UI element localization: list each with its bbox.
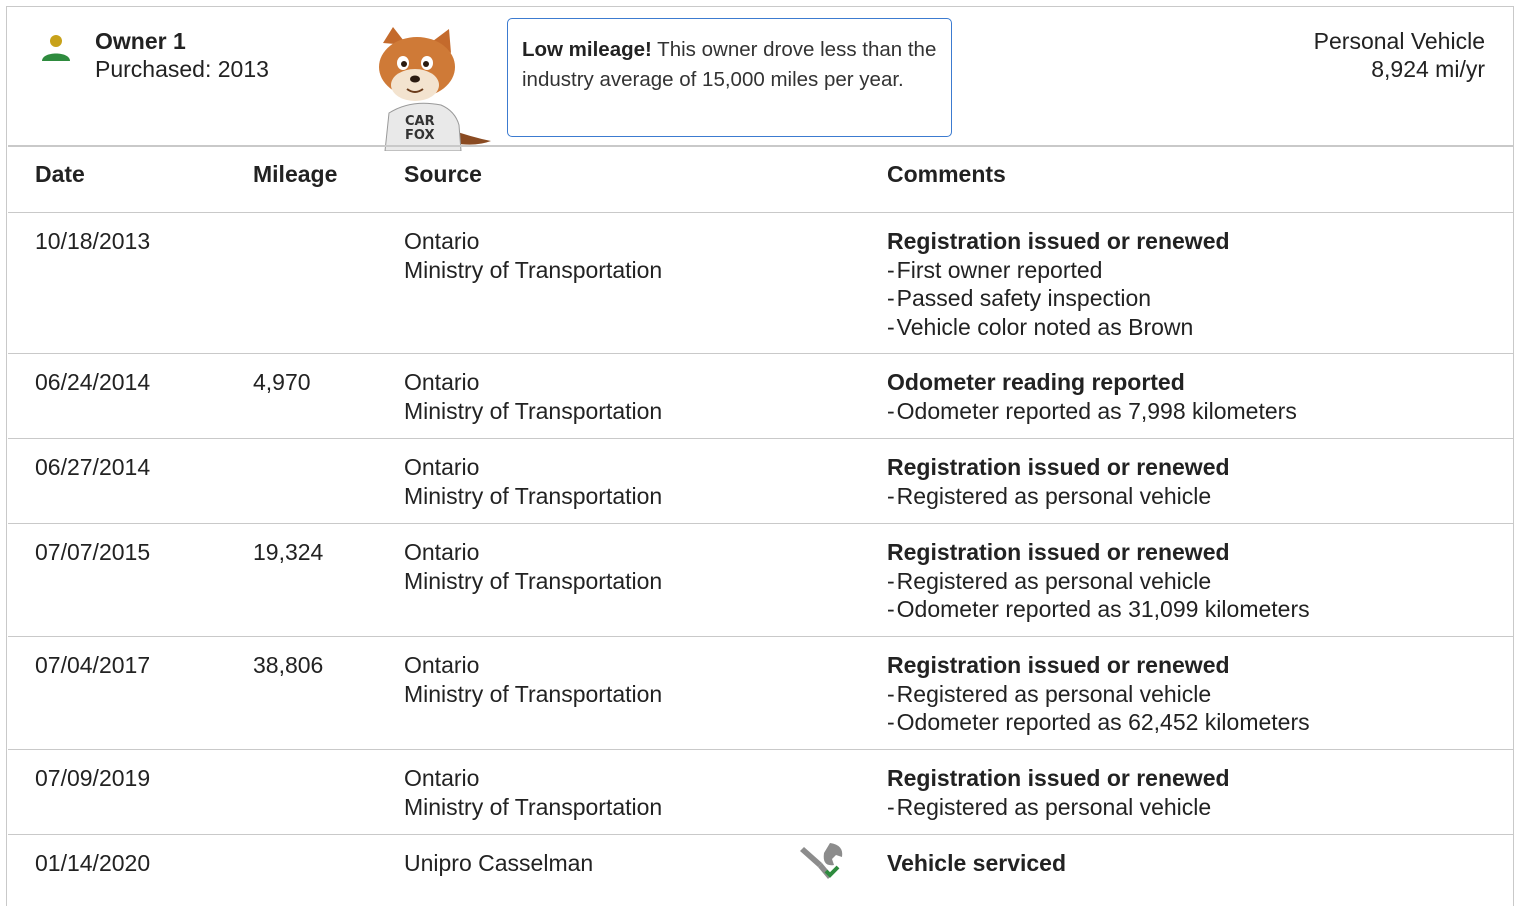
- row-source: Ontario Ministry of Transportation: [404, 651, 662, 708]
- col-header-mileage: Mileage: [253, 161, 338, 187]
- vehicle-annual-mileage: 8,924 mi/yr: [1371, 56, 1485, 82]
- comment-title: Registration issued or renewed: [887, 652, 1230, 678]
- row-date: 06/27/2014: [35, 454, 151, 480]
- comment-item: Odometer reported as 31,099 kilometers: [887, 595, 1310, 624]
- comment-title: Vehicle serviced: [887, 850, 1067, 876]
- comment-item: Passed safety inspection: [887, 284, 1230, 313]
- comment-item: Vehicle color noted as Brown: [887, 313, 1230, 342]
- col-header-date: Date: [35, 161, 85, 187]
- source-line: Ministry of Transportation: [404, 397, 663, 424]
- row-date: 06/24/2014: [35, 369, 151, 395]
- row-comments: Registration issued or renewed Registere…: [887, 764, 1230, 821]
- table-row: 07/07/2015 19,324 Ontario Ministry of Tr…: [8, 524, 1514, 637]
- table-row: 06/27/2014 Ontario Ministry of Transport…: [8, 439, 1514, 524]
- service-tools-icon: [800, 843, 843, 879]
- table-row: 06/24/2014 4,970 Ontario Ministry of Tra…: [8, 354, 1514, 439]
- comment-item: Registered as personal vehicle: [887, 567, 1310, 596]
- comment-title: Registration issued or renewed: [887, 539, 1230, 565]
- row-comments: Registration issued or renewed Registere…: [887, 651, 1310, 737]
- source-line: Ministry of Transportation: [404, 793, 663, 820]
- source-line: Unipro Casselman: [404, 850, 594, 876]
- source-line: Ministry of Transportation: [404, 567, 663, 594]
- row-date: 10/18/2013: [35, 228, 151, 254]
- row-source: Ontario Ministry of Transportation: [404, 227, 662, 284]
- row-source: Ontario Ministry of Transportation: [404, 538, 662, 595]
- person-icon: [42, 35, 70, 61]
- comment-title: Registration issued or renewed: [887, 454, 1230, 480]
- row-comments: Registration issued or renewed First own…: [887, 227, 1230, 341]
- source-line: Ministry of Transportation: [404, 482, 663, 509]
- row-mileage: 4,970: [253, 369, 311, 395]
- source-line: Ontario: [404, 652, 480, 678]
- col-header-comments: Comments: [887, 161, 1006, 187]
- comment-item: Registered as personal vehicle: [887, 793, 1230, 822]
- row-comments: Vehicle serviced: [887, 849, 1066, 878]
- owner-purchased: Purchased: 2013: [95, 56, 269, 82]
- source-line: Ministry of Transportation: [404, 680, 663, 707]
- row-date: 07/04/2017: [35, 652, 151, 678]
- callout-highlight: Low mileage!: [522, 38, 652, 61]
- table-row: 01/14/2020 Unipro Casselman Vehicle serv…: [8, 835, 1514, 915]
- svg-text:FOX: FOX: [405, 128, 435, 143]
- row-mileage: 38,806: [253, 652, 324, 678]
- comment-title: Registration issued or renewed: [887, 228, 1230, 254]
- row-source: Ontario Ministry of Transportation: [404, 764, 662, 821]
- low-mileage-callout: Low mileage! This owner drove less than …: [507, 18, 952, 137]
- comment-item: Registered as personal vehicle: [887, 482, 1230, 511]
- source-line: Ontario: [404, 228, 480, 254]
- comment-item: Odometer reported as 7,998 kilometers: [887, 397, 1297, 426]
- source-line: Ontario: [404, 454, 480, 480]
- comment-item: Registered as personal vehicle: [887, 680, 1310, 709]
- source-line: Ontario: [404, 765, 480, 791]
- row-source: Ontario Ministry of Transportation: [404, 368, 662, 425]
- table-header: Date Mileage Source Comments: [8, 147, 1514, 213]
- row-comments: Odometer reading reported Odometer repor…: [887, 368, 1297, 425]
- comment-item: First owner reported: [887, 256, 1230, 285]
- comment-item: Odometer reported as 62,452 kilometers: [887, 708, 1310, 737]
- vehicle-type: Personal Vehicle: [1313, 28, 1485, 54]
- row-mileage: 19,324: [253, 539, 324, 565]
- source-line: Ontario: [404, 369, 480, 395]
- col-header-source: Source: [404, 161, 482, 187]
- owner-title: Owner 1: [95, 28, 186, 54]
- history-table: Date Mileage Source Comments 10/18/2013 …: [8, 147, 1514, 915]
- svg-text:CAR: CAR: [405, 114, 435, 129]
- row-comments: Registration issued or renewed Registere…: [887, 538, 1310, 624]
- source-line: Ontario: [404, 539, 480, 565]
- table-row: 10/18/2013 Ontario Ministry of Transport…: [8, 213, 1514, 354]
- source-line: Ministry of Transportation: [404, 256, 663, 283]
- row-date: 01/14/2020: [35, 850, 151, 876]
- table-row: 07/09/2019 Ontario Ministry of Transport…: [8, 750, 1514, 835]
- table-row: 07/04/2017 38,806 Ontario Ministry of Tr…: [8, 637, 1514, 750]
- row-date: 07/09/2019: [35, 765, 151, 791]
- comment-title: Registration issued or renewed: [887, 765, 1230, 791]
- comment-title: Odometer reading reported: [887, 369, 1185, 395]
- row-source: Ontario Ministry of Transportation: [404, 453, 662, 510]
- carfox-mascot-icon: CAR FOX: [379, 27, 491, 151]
- row-date: 07/07/2015: [35, 539, 151, 565]
- row-source: Unipro Casselman: [404, 849, 593, 878]
- row-comments: Registration issued or renewed Registere…: [887, 453, 1230, 510]
